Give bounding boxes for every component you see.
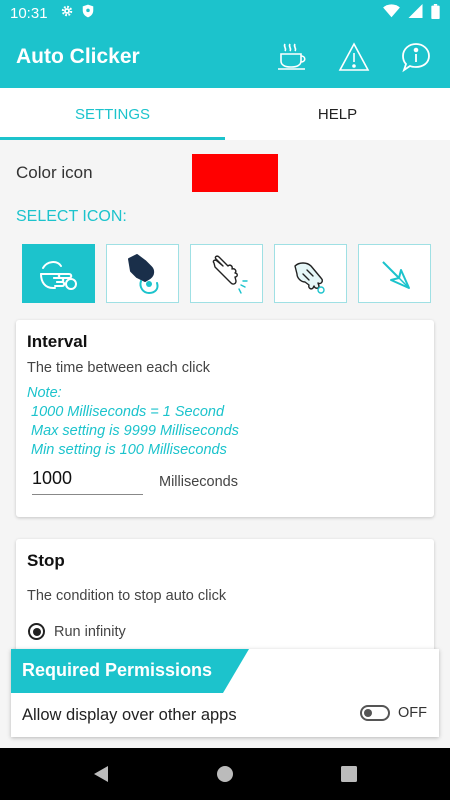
settings-gear-icon (60, 4, 74, 22)
arrow-cursor-icon (381, 260, 410, 289)
click-hand-icon (212, 254, 248, 294)
home-circle-icon (217, 766, 233, 782)
coffee-cup-button[interactable] (274, 39, 310, 75)
icon-option-arrow[interactable] (358, 244, 431, 303)
note-line: 1000 Milliseconds = 1 Second (31, 404, 225, 420)
status-time: 10:31 (10, 4, 48, 22)
recents-button[interactable] (337, 762, 361, 786)
warning-button[interactable] (336, 39, 372, 75)
color-swatch[interactable] (192, 154, 278, 192)
interval-description: The time between each click (27, 360, 210, 376)
point-hand-icon (293, 261, 325, 294)
display-over-apps-toggle[interactable]: OFF (360, 705, 427, 721)
interval-note: Note: 1000 Milliseconds = 1 Second Max s… (27, 384, 239, 460)
warning-triangle-icon (338, 42, 370, 71)
navigation-bar (0, 748, 450, 800)
tap-hand-icon (39, 260, 77, 290)
permissions-panel: Required Permissions Allow display over … (11, 649, 439, 737)
wifi-icon (383, 4, 400, 22)
stop-card: Stop The condition to stop auto click Ru… (16, 539, 434, 659)
tab-settings[interactable]: SETTINGS (0, 88, 225, 140)
shield-icon (82, 4, 94, 22)
app-bar: Auto Clicker (0, 26, 450, 88)
icon-option-tap[interactable] (22, 244, 95, 303)
icon-selector (22, 244, 431, 303)
permissions-header: Required Permissions (11, 649, 249, 693)
info-bubble-icon (402, 43, 430, 73)
color-icon-label: Color icon (16, 163, 93, 182)
interval-title: Interval (27, 332, 88, 351)
icon-option-click[interactable] (190, 244, 263, 303)
recents-square-icon (341, 766, 357, 782)
app-title: Auto Clicker (16, 45, 140, 68)
tab-bar: SETTINGS HELP (0, 88, 450, 140)
display-over-apps-label: Allow display over other apps (22, 706, 237, 724)
stop-description: The condition to stop auto click (27, 588, 227, 604)
run-infinity-radio[interactable] (28, 623, 45, 640)
note-line: Max setting is 9999 Milliseconds (31, 423, 239, 439)
interval-card: Interval The time between each click Not… (16, 320, 434, 517)
note-title: Note: (27, 385, 62, 401)
interval-input[interactable]: 1000 (32, 468, 143, 495)
home-button[interactable] (213, 762, 237, 786)
run-infinity-label: Run infinity (54, 623, 126, 640)
tab-help[interactable]: HELP (225, 88, 450, 140)
color-icon-row: Color icon (16, 154, 278, 192)
interval-unit-label: Milliseconds (159, 474, 238, 490)
press-hand-icon (127, 253, 158, 294)
toggle-state-label: OFF (398, 705, 427, 721)
icon-option-point[interactable] (274, 244, 347, 303)
info-button[interactable] (398, 39, 434, 75)
select-icon-label: SELECT ICON: (16, 208, 127, 225)
permissions-title: Required Permissions (22, 660, 213, 680)
note-line: Min setting is 100 Milliseconds (31, 442, 227, 458)
signal-icon (408, 4, 423, 22)
back-button[interactable] (89, 762, 113, 786)
stop-title: Stop (27, 551, 65, 570)
icon-option-press[interactable] (106, 244, 179, 303)
back-triangle-icon (94, 766, 108, 782)
coffee-cup-icon (278, 43, 306, 70)
run-infinity-option[interactable]: Run infinity (28, 623, 126, 640)
battery-icon (431, 3, 440, 23)
status-bar: 10:31 (0, 0, 450, 26)
toggle-switch[interactable] (360, 705, 390, 721)
